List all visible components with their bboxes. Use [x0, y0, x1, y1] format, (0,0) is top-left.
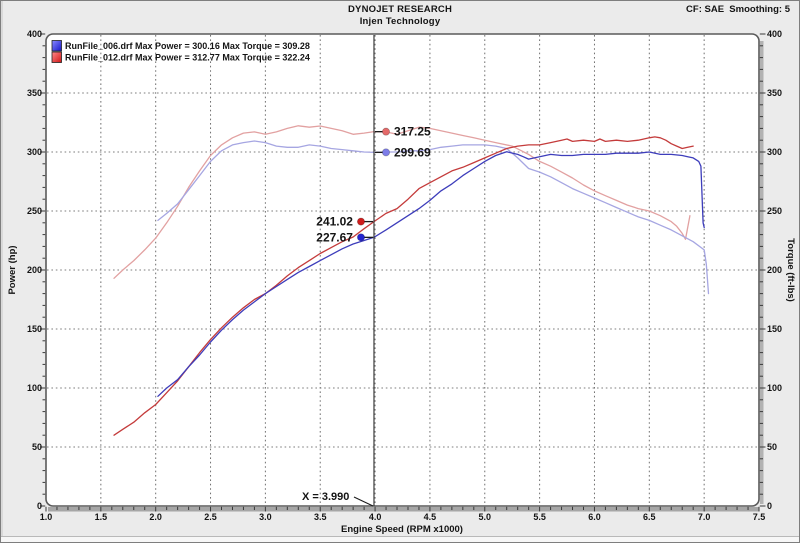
power-axis-tick-label: 100 — [27, 383, 42, 393]
legend-swatch — [52, 41, 62, 52]
power-axis-tick-label: 300 — [27, 147, 42, 157]
readout-value: 227.67 — [316, 230, 353, 244]
window-bottom-edge — [1, 536, 799, 542]
x-axis-tick-label: 7.0 — [698, 512, 711, 522]
x-axis-title: Engine Speed (RPM x1000) — [341, 524, 463, 535]
x-axis-tick-label: 1.5 — [95, 512, 108, 522]
x-axis-tick-label: 5.0 — [479, 512, 492, 522]
readout-value: 299.69 — [394, 145, 431, 159]
chart-subtitle: Injen Technology — [1, 16, 799, 27]
readout-value: 317.25 — [394, 125, 431, 139]
x-axis-tick-label: 4.5 — [424, 512, 437, 522]
legend-label: RunFile_012.drf Max Power = 312.77 Max T… — [65, 53, 310, 63]
chart-title: DYNOJET RESEARCH — [1, 4, 799, 15]
x-axis-tick-label: 1.0 — [40, 512, 53, 522]
readout-dot — [357, 218, 364, 225]
readout-dot — [382, 128, 389, 135]
x-axis-tick-label: 3.5 — [314, 512, 327, 522]
torque-axis-tick-label: 100 — [767, 383, 782, 393]
power-axis-tick-label: 50 — [32, 442, 42, 452]
legend-label: RunFile_006.drf Max Power = 300.16 Max T… — [65, 41, 310, 51]
readout-value: 241.02 — [316, 215, 353, 229]
power-axis-tick-label: 400 — [27, 29, 42, 39]
x-axis-tick-label: 5.5 — [533, 512, 546, 522]
x-axis-tick-label: 4.0 — [369, 512, 382, 522]
x-axis-tick-label: 2.0 — [149, 512, 162, 522]
power-axis-tick-label: 200 — [27, 265, 42, 275]
torque-axis-tick-label: 150 — [767, 324, 782, 334]
cursor-x-label: X = 3.990 — [302, 491, 349, 503]
x-axis-tick-label: 6.5 — [643, 512, 656, 522]
plot-shadow-right — [760, 41, 764, 504]
power-axis-tick-label: 350 — [27, 88, 42, 98]
x-axis-tick-label: 7.5 — [753, 512, 766, 522]
x-axis-tick-label: 6.0 — [588, 512, 601, 522]
torque-axis-tick-label: 400 — [767, 29, 782, 39]
torque-axis-tick-label: 200 — [767, 265, 782, 275]
torque-axis-tick-label: 300 — [767, 147, 782, 157]
x-axis-band — [48, 507, 759, 512]
y-axis-title-torque: Torque (ft-lbs) — [785, 238, 796, 302]
readout-dot — [357, 234, 364, 241]
x-axis-tick-label: 2.5 — [204, 512, 217, 522]
readout-dot — [382, 149, 389, 156]
torque-axis-tick-label: 0 — [767, 501, 772, 511]
dyno-chart: 1.0 1.5 2.0 2.5 3.0 3.5 4.0 4.5 5.0 5.5 6.0 6.5 7.0 7… — [1, 1, 799, 537]
correction-smoothing-label: CF: SAE Smoothing: 5 — [686, 4, 790, 15]
power-axis-tick-label: 250 — [27, 206, 42, 216]
torque-axis-tick-label: 350 — [767, 88, 782, 98]
window-left-edge — [1, 1, 3, 542]
y-axis-title-power: Power (hp) — [7, 245, 18, 294]
dyno-software-window: DYNOJET RESEARCH Injen Technology CF: SA… — [0, 0, 800, 543]
power-axis-tick-label: 150 — [27, 324, 42, 334]
legend-swatch — [52, 52, 62, 63]
torque-axis-tick-label: 250 — [767, 206, 782, 216]
power-axis-tick-label: 0 — [37, 501, 42, 511]
torque-axis-tick-label: 50 — [767, 442, 777, 452]
x-axis-tick-label: 3.0 — [259, 512, 272, 522]
